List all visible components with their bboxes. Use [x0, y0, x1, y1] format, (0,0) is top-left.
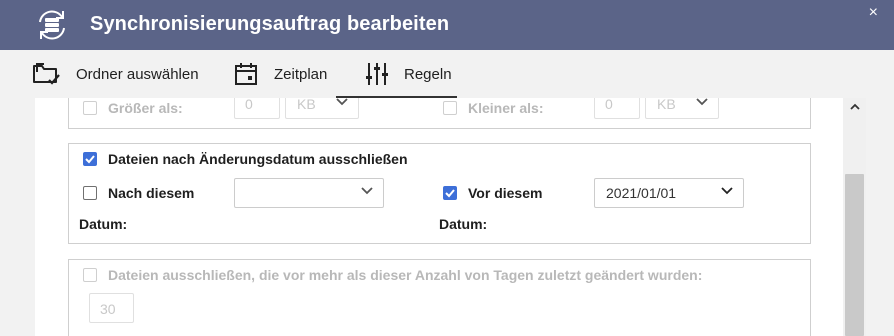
title-bar: Synchronisierungsauftrag bearbeiten ×: [0, 0, 894, 50]
after-date-label: Nach diesem: [108, 185, 195, 201]
close-button[interactable]: ×: [869, 4, 878, 22]
checkmark-icon: [85, 155, 95, 164]
smaller-than-unit-select[interactable]: KB: [645, 98, 719, 119]
after-date-sublabel: Datum:: [79, 216, 128, 232]
smaller-than-input[interactable]: 0: [594, 98, 640, 119]
checkmark-icon: [445, 189, 455, 198]
tab-rules[interactable]: Regeln: [366, 50, 452, 98]
days-input[interactable]: 30: [89, 293, 134, 323]
tab-bar: Ordner auswählen Zeitplan Regeln: [0, 50, 894, 98]
chevron-down-icon: [336, 98, 348, 106]
date-filter-panel: Dateien nach Änderungsdatum ausschließen…: [68, 143, 811, 244]
scrollbar-thumb[interactable]: [845, 174, 864, 336]
calendar-icon: [235, 63, 257, 85]
greater-than-input[interactable]: 0: [234, 98, 280, 119]
vertical-scrollbar[interactable]: [843, 98, 866, 336]
greater-than-label: Größer als:: [108, 100, 183, 116]
before-date-select[interactable]: 2021/01/01: [594, 178, 744, 208]
window-title: Synchronisierungsauftrag bearbeiten: [90, 13, 450, 35]
tab-label: Ordner auswählen: [76, 65, 199, 83]
after-date-select[interactable]: [234, 178, 384, 208]
days-filter-panel: Dateien ausschließen, die vor mehr als d…: [68, 259, 811, 336]
after-date-checkbox[interactable]: [83, 186, 97, 200]
sync-app-icon: [39, 10, 65, 40]
tab-label: Zeitplan: [274, 65, 328, 83]
chevron-up-icon: [849, 103, 860, 110]
tab-label: Regeln: [404, 65, 452, 83]
exclude-by-date-label: Dateien nach Änderungsdatum ausschließen: [108, 151, 408, 167]
before-date-checkbox[interactable]: [443, 186, 457, 200]
exclude-by-days-checkbox[interactable]: [83, 268, 97, 282]
chevron-down-icon: [696, 98, 708, 106]
greater-than-checkbox[interactable]: [83, 101, 97, 115]
chevron-down-icon: [721, 187, 733, 195]
greater-than-unit-select[interactable]: KB: [285, 98, 359, 119]
exclude-by-date-checkbox[interactable]: [83, 152, 97, 166]
scroll-up-button[interactable]: [843, 98, 866, 114]
before-date-sublabel: Datum:: [439, 216, 488, 232]
before-date-label: Vor diesem: [468, 185, 543, 201]
exclude-by-days-label: Dateien ausschließen, die vor mehr als d…: [108, 267, 703, 283]
rules-panel: Größer als: 0 KB Kleiner als: 0 KB Datei…: [35, 98, 843, 336]
chevron-down-icon: [361, 187, 373, 195]
folder-check-icon: [33, 63, 60, 85]
smaller-than-checkbox[interactable]: [443, 101, 457, 115]
tab-folder-select[interactable]: Ordner auswählen: [32, 50, 199, 98]
size-filter-panel: Größer als: 0 KB Kleiner als: 0 KB: [68, 98, 811, 129]
tab-schedule[interactable]: Zeitplan: [234, 50, 327, 98]
sliders-icon: [366, 63, 388, 85]
smaller-than-label: Kleiner als:: [468, 100, 544, 116]
